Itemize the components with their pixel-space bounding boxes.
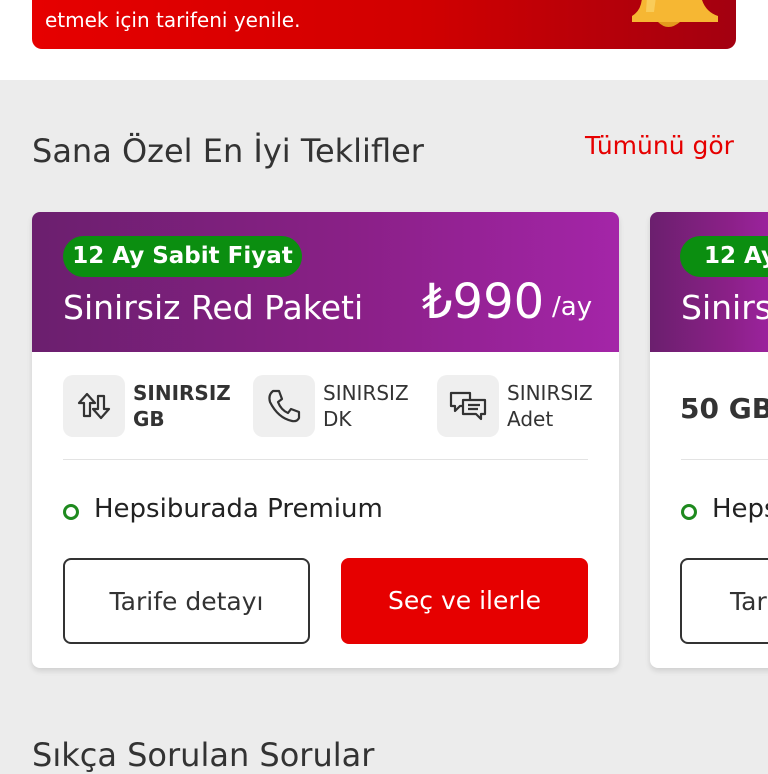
bell-icon	[632, 0, 718, 27]
package-name: Sinirsiz Red Paketi	[63, 288, 364, 327]
offer-card-header: 12 Ay Sabit Fiyat Sinirsiz Red Paketi ₺9…	[32, 212, 619, 352]
select-continue-button[interactable]: Seç ve ilerle	[341, 558, 588, 644]
price-unit: /ay	[552, 292, 593, 322]
package-price: ₺990	[422, 274, 545, 330]
feature-data-label: 50 GB	[680, 392, 768, 425]
offer-card-header: 12 Ay Sinirsi	[650, 212, 768, 352]
card-divider	[681, 459, 768, 460]
renew-banner[interactable]: etmek için tarifeni yenile.	[32, 0, 736, 49]
feature-sms-label: SINIRSIZ Adet	[507, 381, 593, 431]
feature-minutes-label: SINIRSIZ DK	[323, 381, 409, 431]
benefit-bullet-icon	[63, 504, 79, 520]
fixed-price-badge: 12 Ay Sabit Fiyat	[63, 236, 302, 277]
tariff-detail-button[interactable]: Tarife detayı	[63, 558, 310, 644]
offers-title: Sana Özel En İyi Teklifler	[32, 132, 424, 170]
banner-text: etmek için tarifeni yenile.	[45, 8, 301, 32]
offer-card[interactable]: 12 Ay Sabit Fiyat Sinirsiz Red Paketi ₺9…	[32, 212, 619, 668]
benefit-text: Hepsiburada Premium	[94, 494, 383, 524]
tariff-detail-button[interactable]: Tar	[680, 558, 768, 644]
feature-data-label: SINIRSIZ GB	[133, 381, 231, 431]
phone-icon	[253, 375, 315, 437]
chat-bubbles-icon	[437, 375, 499, 437]
data-arrows-icon	[63, 375, 125, 437]
see-all-link[interactable]: Tümünü gör	[585, 131, 734, 160]
package-name: Sinirsi	[681, 288, 768, 327]
benefit-text: Heps	[712, 494, 768, 524]
faq-title: Sıkça Sorulan Sorular	[32, 736, 375, 774]
offer-card[interactable]: 12 Ay Sinirsi 50 GB Heps Tar	[650, 212, 768, 668]
fixed-price-badge: 12 Ay	[680, 236, 768, 277]
card-divider	[63, 459, 588, 460]
benefit-bullet-icon	[681, 504, 697, 520]
